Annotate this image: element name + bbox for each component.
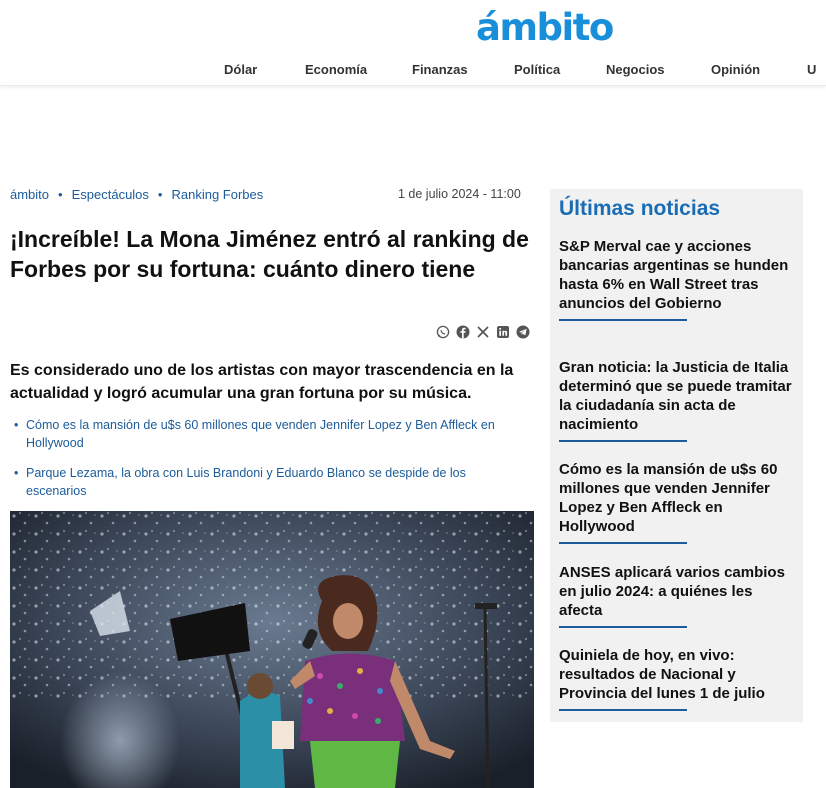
news-divider: [559, 319, 687, 321]
nav-item-politica[interactable]: Política: [514, 62, 560, 77]
breadcrumb-separator: •: [157, 187, 163, 202]
facebook-icon[interactable]: [456, 325, 470, 339]
x-icon[interactable]: [476, 325, 490, 339]
news-item-title[interactable]: ANSES aplicará varios cambios en julio 2…: [559, 564, 785, 619]
nav-item-negocios[interactable]: Negocios: [606, 62, 665, 77]
latest-news-sidebar: Últimas noticias S&P Merval cae y accion…: [550, 189, 803, 722]
site-header: ámbito: [0, 0, 826, 57]
share-bar: [436, 325, 530, 339]
news-item[interactable]: Quiniela de hoy, en vivo: resultados de …: [559, 646, 795, 711]
whatsapp-icon[interactable]: [436, 325, 450, 339]
breadcrumb-separator: •: [58, 187, 63, 202]
news-item-title[interactable]: Gran noticia: la Justicia de Italia dete…: [559, 359, 792, 433]
nav-item-opinion[interactable]: Opinión: [711, 62, 760, 77]
news-item[interactable]: S&P Merval cae y acciones bancarias arge…: [559, 237, 795, 321]
breadcrumb-topic[interactable]: Ranking Forbes: [171, 187, 263, 202]
nav-item-economia[interactable]: Economía: [305, 62, 367, 77]
news-item[interactable]: Gran noticia: la Justicia de Italia dete…: [559, 358, 795, 442]
linkedin-icon[interactable]: [496, 325, 510, 339]
news-divider: [559, 626, 687, 628]
nav-item-finanzas[interactable]: Finanzas: [412, 62, 468, 77]
article-photo: [10, 511, 534, 788]
article-lead: Es considerado uno de los artistas con m…: [10, 362, 514, 402]
related-link-text[interactable]: Parque Lezama, la obra con Luis Brandoni…: [14, 464, 526, 500]
article-date: 1 de julio 2024 - 11:00: [398, 187, 521, 201]
telegram-icon[interactable]: [516, 325, 530, 339]
news-item[interactable]: ANSES aplicará varios cambios en julio 2…: [559, 563, 795, 628]
news-divider: [559, 542, 687, 544]
news-item[interactable]: Cómo es la mansión de u$s 60 millones qu…: [559, 460, 795, 544]
bullet-icon: •: [14, 466, 19, 480]
bullet-icon: •: [14, 418, 19, 432]
nav-item-more[interactable]: U: [807, 62, 816, 77]
breadcrumb: ámbito • Espectáculos • Ranking Forbes: [10, 187, 263, 202]
related-link-2: • Parque Lezama, la obra con Luis Brando…: [14, 464, 526, 500]
article-title: ¡Increíble! La Mona Jiménez entró al ran…: [10, 226, 529, 282]
nav-item-dolar[interactable]: Dólar: [224, 62, 257, 77]
news-item-title[interactable]: Cómo es la mansión de u$s 60 millones qu…: [559, 461, 777, 535]
site-logo[interactable]: ámbito: [476, 6, 614, 49]
news-item-title[interactable]: Quiniela de hoy, en vivo: resultados de …: [559, 647, 765, 702]
news-divider: [559, 440, 687, 442]
main-nav: Dólar Economía Finanzas Política Negocio…: [0, 56, 826, 86]
related-link-1: • Cómo es la mansión de u$s 60 millones …: [14, 416, 526, 452]
sidebar-title: Últimas noticias: [559, 197, 721, 220]
breadcrumb-home[interactable]: ámbito: [10, 187, 49, 202]
news-item-title[interactable]: S&P Merval cae y acciones bancarias arge…: [559, 238, 788, 312]
related-link-text[interactable]: Cómo es la mansión de u$s 60 millones qu…: [14, 416, 526, 452]
news-divider: [559, 709, 687, 711]
breadcrumb-section[interactable]: Espectáculos: [72, 187, 149, 202]
